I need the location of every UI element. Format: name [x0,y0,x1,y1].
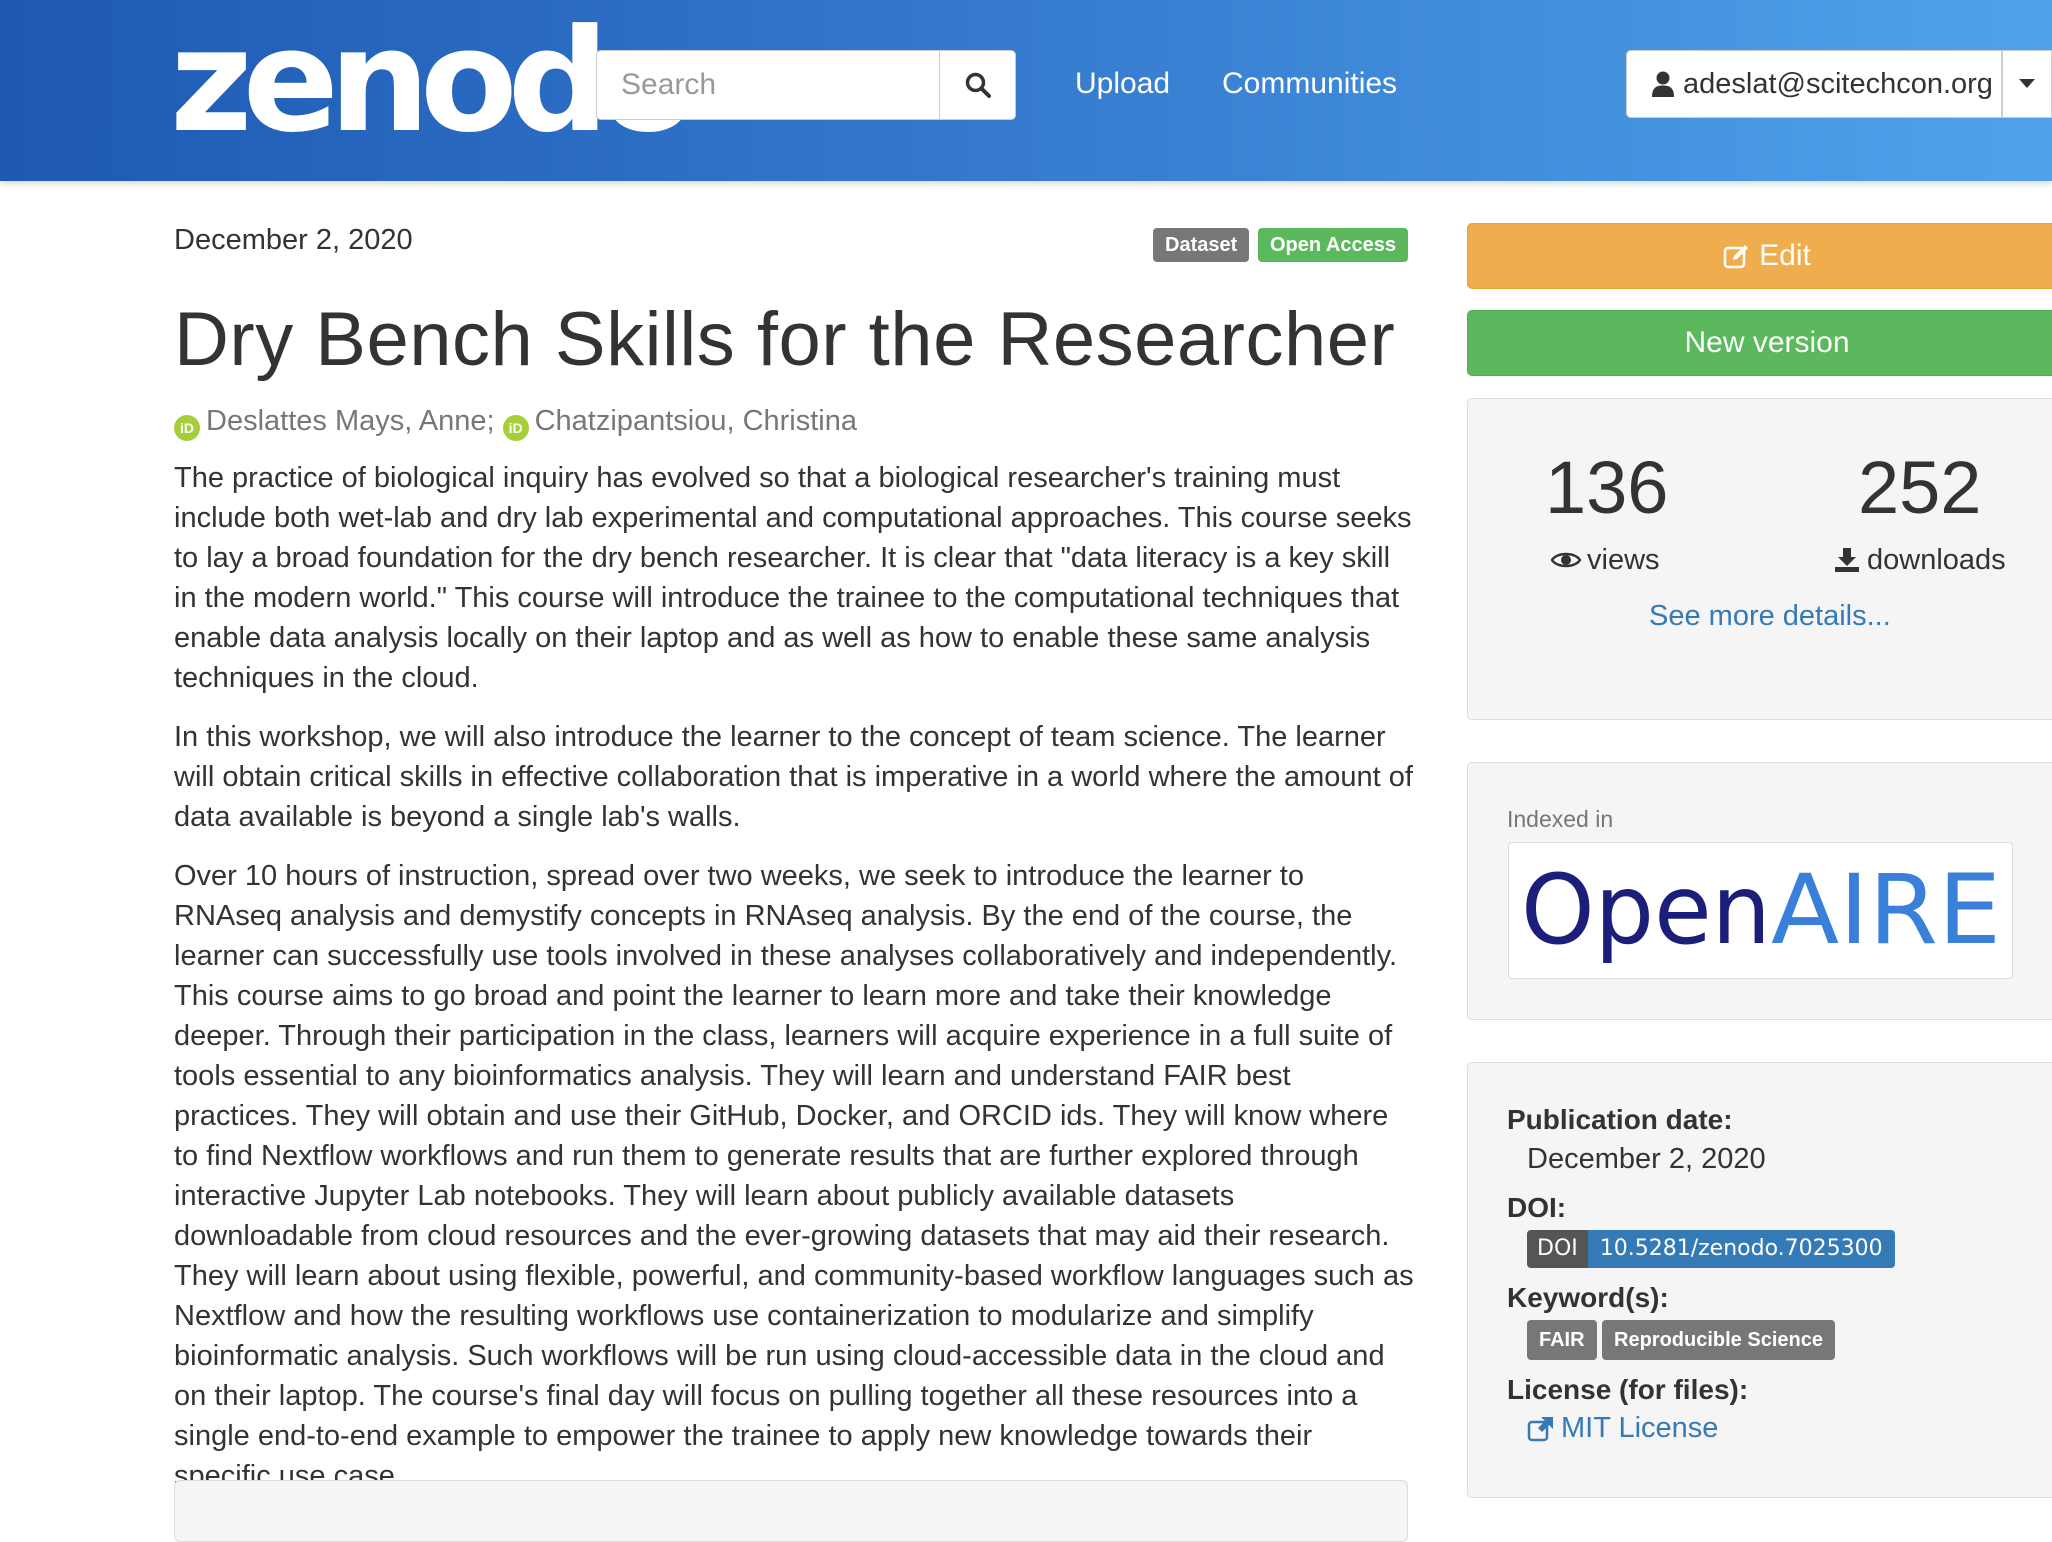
creators-list: iD Deslattes Mays, Anne; iD Chatzipantsiou… [174,402,857,441]
description-paragraph: Over 10 hours of instruction, spread ove… [174,860,1414,1492]
orcid-icon[interactable]: iD [502,415,529,441]
user-menu-button[interactable]: adeslat@scitechcon.org [1626,50,2002,118]
new-version-label: New version [1684,326,1850,359]
new-version-button[interactable]: New version [1467,310,2052,376]
user-email: adeslat@scitechcon.org [1683,67,1993,100]
external-link-icon [1527,1416,1553,1441]
download-icon [1835,548,1859,572]
nav-upload-link[interactable]: Upload [1075,62,1170,106]
views-count: 136 [1545,446,1669,529]
publication-date-value: December 2, 2020 [1527,1143,1766,1175]
files-panel [174,1480,1408,1542]
keyword-badge[interactable]: FAIR [1527,1320,1597,1360]
search-input[interactable] [597,51,937,119]
views-label: views [1551,540,1660,580]
eye-icon [1551,552,1581,568]
indexed-in-label: Indexed in [1507,806,1614,832]
license-label: License (for files): [1507,1374,1749,1405]
doi-badge[interactable]: DOI 10.5281/zenodo.7025300 [1527,1230,1895,1268]
record-date: December 2, 2020 [174,224,413,256]
user-menu-caret[interactable] [2002,50,2052,118]
search-box [596,50,1016,120]
downloads-label-text: downloads [1867,544,2006,576]
description-paragraph: In this workshop, we will also introduce… [174,721,1413,833]
resource-type-badge: Dataset [1153,228,1250,262]
record-description: The practice of biological inquiry has e… [174,458,1414,1515]
doi-badge-prefix: DOI [1527,1230,1588,1268]
search-button[interactable] [939,51,1015,119]
creator-name[interactable]: Chatzipantsiou, Christina [535,405,857,437]
doi-badge-value: 10.5281/zenodo.7025300 [1587,1230,1895,1268]
record-title: Dry Bench Skills for the Researcher [174,297,1396,382]
license-link[interactable]: MIT License [1527,1412,1718,1445]
edit-label: Edit [1759,239,1811,272]
nav-communities-link[interactable]: Communities [1222,62,1397,106]
openaire-logo-graphic: Open AIRE [1521,854,2001,966]
publication-date-label: Publication date: [1507,1104,1733,1135]
views-label-text: views [1587,544,1660,576]
orcid-icon[interactable]: iD [174,415,200,441]
openaire-logo[interactable]: Open AIRE [1508,842,2013,979]
top-navbar: zenodo Upload Communities adeslat@scitec… [0,0,2052,181]
license-text: MIT License [1561,1412,1719,1444]
creator-separator: ; [486,405,495,437]
keyword-badge[interactable]: Reproducible Science [1602,1320,1835,1360]
user-icon [1652,71,1674,97]
edit-icon [1723,245,1749,269]
caret-down-icon [2019,79,2035,88]
edit-button[interactable]: Edit [1467,223,2052,289]
keywords-label: Keyword(s): [1507,1282,1669,1313]
description-paragraph: The practice of biological inquiry has e… [174,462,1412,694]
search-icon [965,72,991,98]
creator-name[interactable]: Deslattes Mays, Anne [206,405,486,437]
openaire-logo-part2: AIRE [1771,854,2001,966]
doi-label: DOI: [1507,1192,1567,1223]
access-badge: Open Access [1258,228,1408,262]
openaire-logo-part1: Open [1521,854,1771,966]
downloads-count: 252 [1858,446,1982,529]
see-more-details-link[interactable]: See more details... [1649,600,1891,633]
downloads-label: downloads [1833,540,2006,580]
